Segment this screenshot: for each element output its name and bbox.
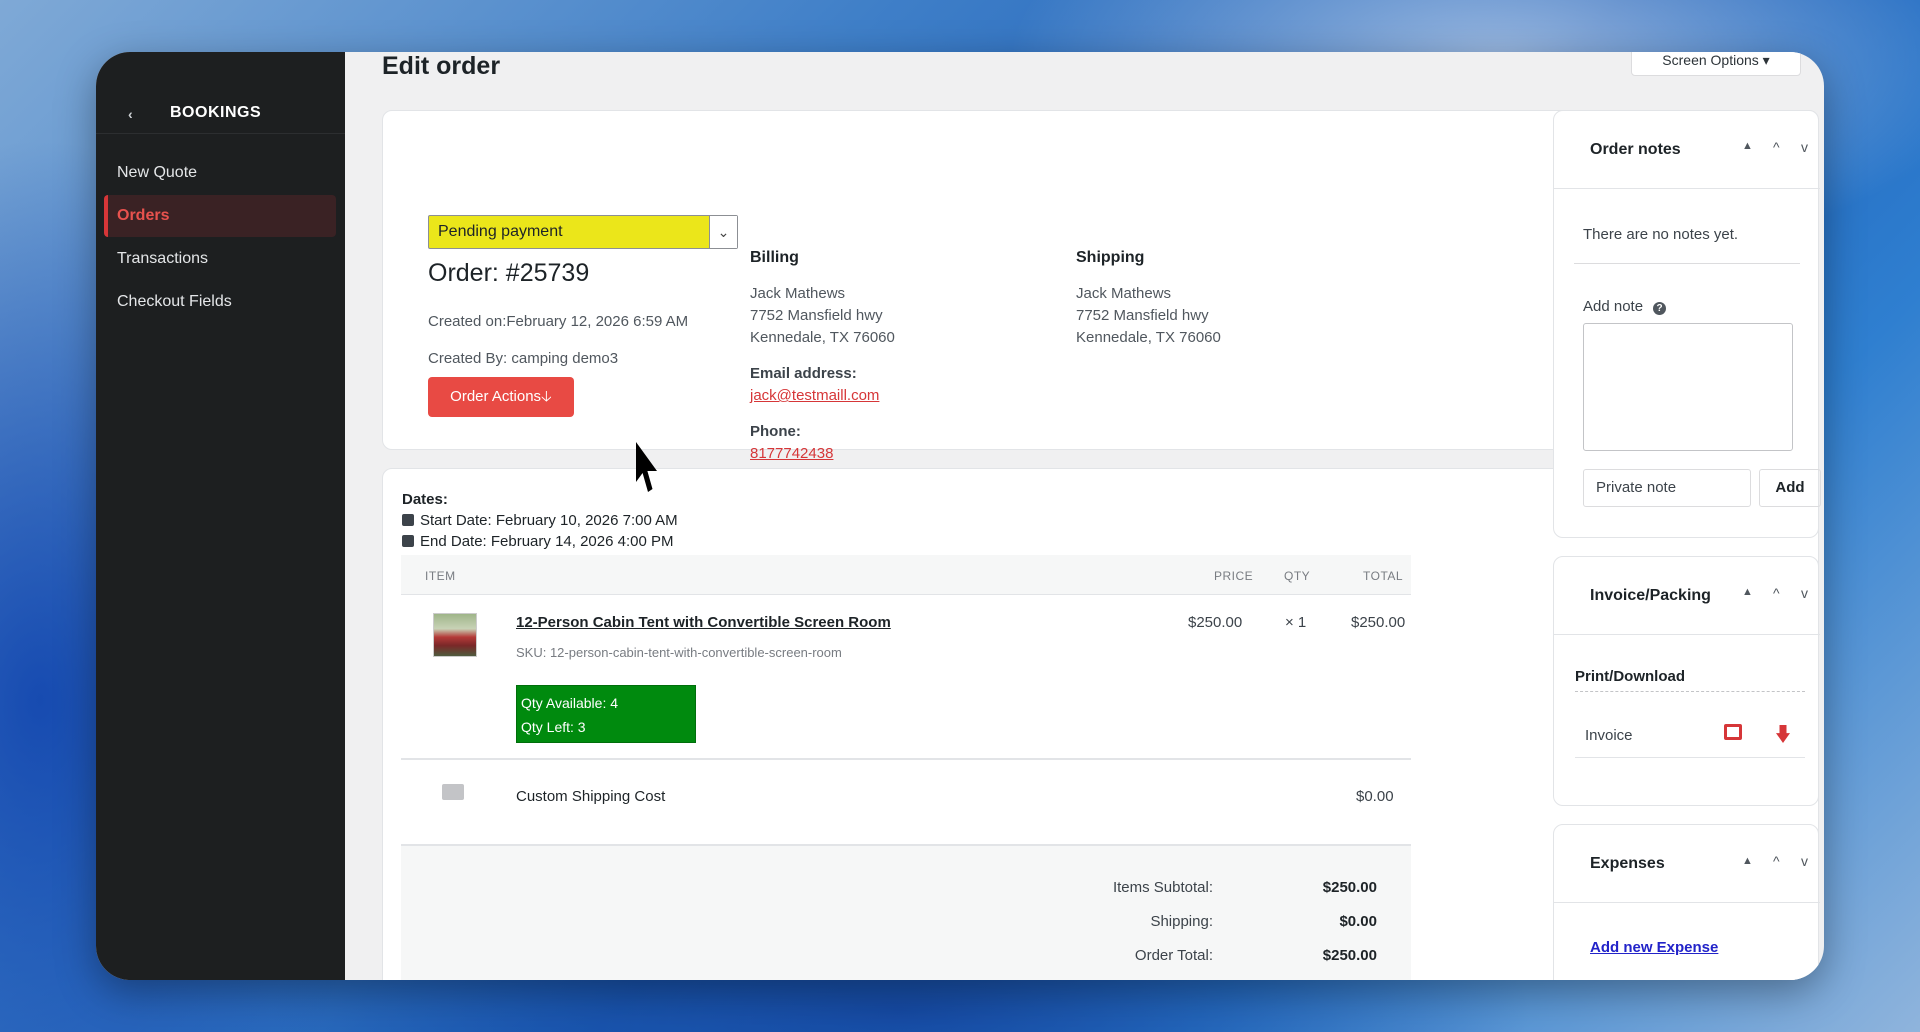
shipping-total-label: Shipping: [1150,913,1213,930]
items-table-header: ITEM PRICE QTY TOTAL [401,555,1411,595]
invoice-header: Invoice/Packing ^ v [1554,557,1820,635]
table-row: 12-Person Cabin Tent with Convertible Sc… [401,595,1411,760]
order-total-label: Order Total: [1134,947,1213,964]
invoice-label: Invoice [1585,727,1633,744]
col-total: TOTAL [1363,569,1404,583]
shipping-address: Shipping Jack Mathews 7752 Mansfield hwy… [1076,247,1221,349]
email-link[interactable]: jack@testmaill.com [750,385,895,407]
main-content: Edit order Screen Options ▾ Pending paym… [345,52,1824,980]
qty-left: Qty Left: 3 [521,719,586,735]
qty-availability-badge: Qty Available: 4 Qty Left: 3 [516,685,696,743]
panel-toggle-icon[interactable]: ▲ [1742,855,1753,867]
order-number: Order: #25739 [428,259,590,287]
shipping-line-total: $0.00 [1356,788,1394,805]
sidebar-item-new-quote[interactable]: New Quote [104,152,336,194]
invoice-packing-panel: Invoice/Packing ^ v Print/Download Invoi… [1553,556,1820,806]
col-item: ITEM [425,569,456,583]
chevron-up-icon[interactable]: ^ [1773,139,1780,155]
item-total: $250.00 [1351,614,1406,631]
sidebar-item-orders[interactable]: Orders [104,195,336,237]
note-type-select[interactable]: Private note [1583,469,1751,507]
help-icon[interactable]: ? [1653,302,1667,315]
order-created-on: Created on:February 12, 2026 6:59 AM [428,313,689,330]
product-thumbnail[interactable] [433,613,477,657]
chevron-left-icon[interactable]: ‹ [128,106,140,122]
item-price: $250.00 [1188,614,1243,631]
add-note-button[interactable]: Add [1759,469,1821,507]
divider [1574,263,1800,264]
invoice-title: Invoice/Packing [1590,587,1711,604]
order-notes-panel: Order notes ^ v There are no notes yet. … [1553,110,1821,538]
add-note-text: Add note [1583,298,1644,315]
page-title: Edit order [382,52,501,80]
billing-city: Kennedale, TX 76060 [750,329,895,346]
print-icon[interactable] [1724,724,1742,740]
shipping-street: 7752 Mansfield hwy [1076,307,1209,324]
shipping-name: Jack Mathews [1076,285,1172,302]
add-note-label: Add note? [1583,298,1667,315]
order-status-value: Pending payment [438,223,563,240]
qty-available: Qty Available: 4 [521,695,619,711]
truck-icon [442,784,464,800]
download-icon[interactable] [1776,725,1790,743]
expenses-panel: Expenses ^ v Add new Expense [1553,824,1820,980]
panel-toggle-icon[interactable]: ▲ [1742,140,1753,152]
shipping-total-value: $0.00 [1339,913,1377,930]
chevron-down-icon[interactable]: v [1801,139,1808,155]
shipping-heading: Shipping [1076,249,1145,266]
start-date: Start Date: February 10, 2026 7:00 AM [420,512,678,529]
chevron-down-icon: ⌄ [709,216,737,248]
chevron-down-icon[interactable]: v [1801,585,1808,601]
screen-options-button[interactable]: Screen Options ▾ [1631,52,1801,76]
dates-heading: Dates: [402,491,448,508]
col-qty: QTY [1284,569,1311,583]
order-notes-title: Order notes [1590,141,1681,158]
chevron-up-icon[interactable]: ^ [1773,585,1780,601]
order-totals: Items Subtotal: $250.00 Shipping: $0.00 … [401,846,1411,980]
end-date: End Date: February 14, 2026 4:00 PM [420,533,674,550]
sidebar-header: ‹ BOOKINGS [96,92,345,134]
col-price: PRICE [1214,569,1254,583]
expenses-title: Expenses [1590,855,1665,872]
product-link[interactable]: 12-Person Cabin Tent with Convertible Sc… [516,614,891,631]
calendar-icon [402,514,414,526]
sidebar: ‹ BOOKINGS New Quote Orders Transactions… [96,52,345,980]
billing-address: Billing Jack Mathews 7752 Mansfield hwy … [750,247,895,465]
sidebar-item-checkout-fields[interactable]: Checkout Fields [104,281,336,323]
sidebar-item-transactions[interactable]: Transactions [104,238,336,280]
print-download-label: Print/Download [1575,668,1685,685]
billing-street: 7752 Mansfield hwy [750,307,883,324]
divider [1575,757,1805,758]
app-window: ‹ BOOKINGS New Quote Orders Transactions… [96,52,1824,980]
phone-label: Phone: [750,423,801,440]
chevron-up-icon[interactable]: ^ [1773,853,1780,869]
order-total-value: $250.00 [1322,947,1377,964]
item-qty: × 1 [1285,614,1307,631]
shipping-line-label: Custom Shipping Cost [516,788,666,805]
billing-name: Jack Mathews [750,285,846,302]
email-label: Email address: [750,365,857,382]
billing-heading: Billing [750,249,799,266]
shipping-city: Kennedale, TX 76060 [1076,329,1221,346]
calendar-icon [402,535,414,547]
note-textarea[interactable] [1583,323,1793,451]
add-expense-link[interactable]: Add new Expense [1590,939,1718,956]
product-sku: SKU: 12-person-cabin-tent-with-convertib… [516,645,842,660]
chevron-down-icon[interactable]: v [1801,853,1808,869]
order-status-select[interactable]: Pending payment ⌄ [428,215,738,249]
phone-link[interactable]: 8177742438 [750,443,895,465]
sidebar-title: BOOKINGS [170,103,262,121]
sidebar-nav: New Quote Orders Transactions Checkout F… [104,152,336,324]
divider [1575,691,1805,692]
order-actions-button[interactable]: Order Actions🡣 [428,377,574,417]
subtotal-value: $250.00 [1322,879,1377,896]
expenses-header: Expenses ^ v [1554,825,1820,903]
order-notes-header: Order notes ^ v [1554,111,1820,189]
no-notes-text: There are no notes yet. [1583,226,1739,243]
booking-dates: Dates: Start Date: February 10, 2026 7:0… [402,489,678,552]
subtotal-label: Items Subtotal: [1112,879,1213,896]
panel-toggle-icon[interactable]: ▲ [1742,586,1753,598]
shipping-row: Custom Shipping Cost $0.00 [401,760,1411,846]
order-created-by: Created By: camping demo3 [428,350,619,367]
